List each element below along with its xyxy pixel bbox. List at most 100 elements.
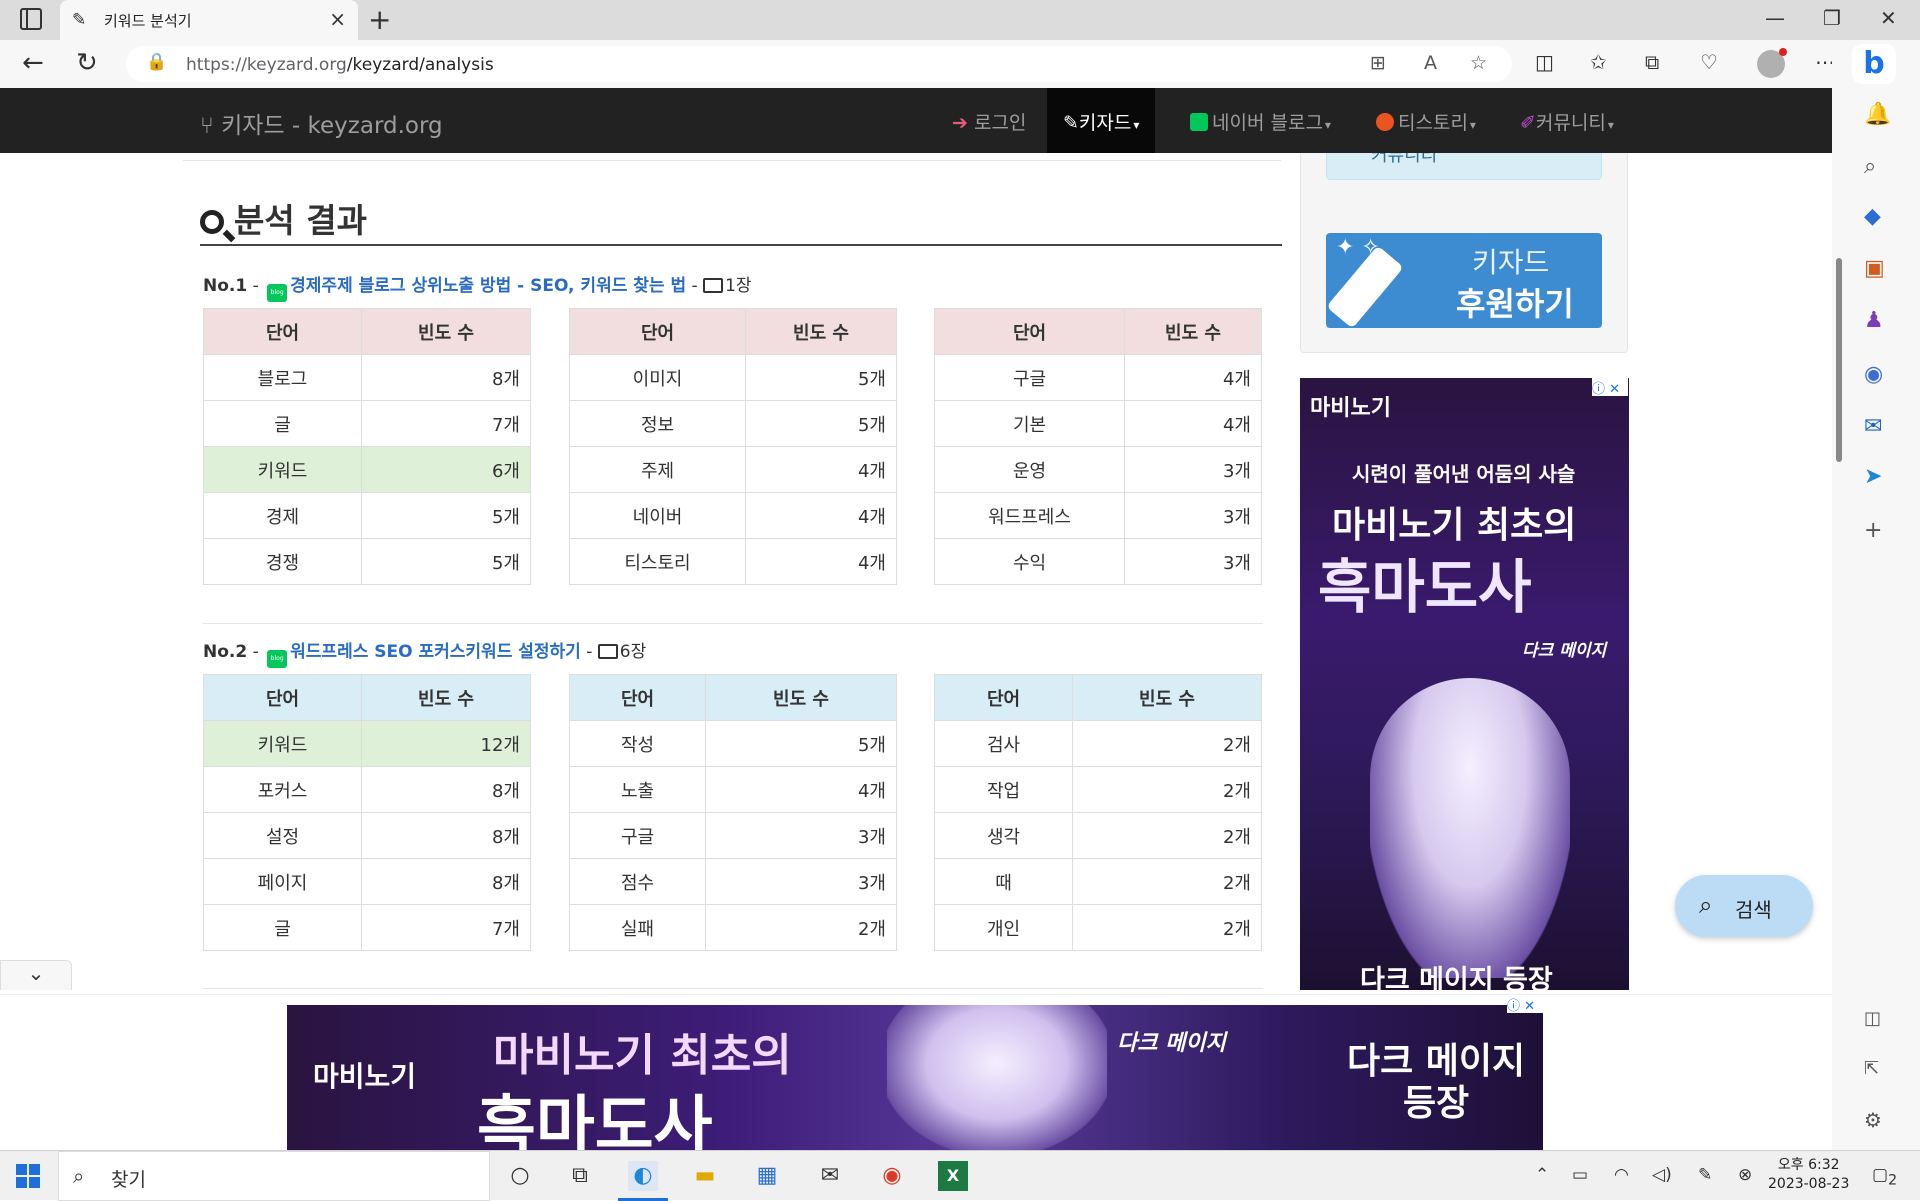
excel-icon[interactable]: X: [938, 1161, 968, 1191]
sidebar-toggle-icon[interactable]: ◫: [1864, 1008, 1881, 1029]
favorite-star-icon[interactable]: ☆: [1470, 52, 1487, 74]
open-external-icon[interactable]: ⇱: [1864, 1058, 1879, 1079]
scrollbar-thumb[interactable]: [1836, 258, 1842, 462]
result-link[interactable]: 워드프레스 SEO 포커스키워드 설정하기: [290, 642, 581, 662]
battery-icon[interactable]: ▭: [1572, 1165, 1588, 1185]
section-title: 분석 결과: [200, 194, 367, 242]
taskbar-clock[interactable]: 오후 6:32 2023-08-23: [1768, 1156, 1849, 1194]
read-aloud-icon[interactable]: A: [1424, 52, 1437, 74]
address-bar: ← ↻ 🔒 https://keyzard.org/keyzard/analys…: [0, 40, 1920, 88]
ad-character-image: [887, 1005, 1107, 1150]
window-close-icon[interactable]: ✕: [1880, 6, 1897, 30]
nav-tistory[interactable]: 티스토리 ▾: [1376, 108, 1476, 135]
add-icon[interactable]: +: [1864, 518, 1882, 543]
word-cell: 구글: [569, 812, 706, 859]
task-view-icon[interactable]: ⧉: [565, 1161, 595, 1191]
site-brand[interactable]: ⑂ 키자드 - keyzard.org: [200, 106, 443, 140]
ad-logo: 마비노기: [313, 1060, 417, 1093]
table-row: 수익 3개: [934, 538, 1262, 585]
favorites-icon[interactable]: ✩: [1590, 50, 1607, 74]
cortana-icon[interactable]: ○: [505, 1161, 535, 1191]
bell-icon[interactable]: 🔔: [1864, 102, 1891, 127]
back-icon[interactable]: ←: [22, 48, 44, 78]
table-row: 이미지 5개: [569, 354, 897, 401]
table-row: 글 7개: [203, 400, 531, 447]
word-cell: 경제: [203, 492, 362, 539]
word-cell: 워드프레스: [934, 492, 1125, 539]
tools-icon[interactable]: ▣: [1864, 256, 1885, 281]
word-cell: 글: [203, 904, 362, 951]
section-rule: [200, 244, 1282, 246]
tab-actions-icon[interactable]: [20, 8, 42, 30]
donate-banner[interactable]: ✦ ✧ 키자드 후원하기: [1326, 233, 1602, 329]
url-field[interactable]: 🔒 https://keyzard.org/keyzard/analysis ⊞…: [126, 46, 1512, 82]
lock-icon[interactable]: 🔒: [146, 52, 167, 72]
browser-tab[interactable]: ✎ 키워드 분석기 ×: [60, 0, 358, 40]
nav-naver-blog[interactable]: 네이버 블로그 ▾: [1190, 108, 1331, 135]
table-row: 설정 8개: [203, 812, 531, 859]
windows-start-icon[interactable]: [16, 1164, 40, 1188]
edge-icon[interactable]: ◐: [618, 1161, 668, 1201]
table-row: 포커스 8개: [203, 766, 531, 813]
chevron-down-icon[interactable]: ⌄: [0, 960, 72, 990]
notification-count: 2: [1888, 1172, 1898, 1189]
notification-center-icon[interactable]: ▢2: [1872, 1165, 1897, 1188]
side-advertisement[interactable]: 마비노기 시련이 풀어낸 어둠의 사슬 마비노기 최초의 흑마도사 다크 메이지…: [1300, 378, 1629, 990]
new-tab-icon[interactable]: +: [368, 3, 391, 36]
drop-icon[interactable]: ➤: [1864, 464, 1882, 489]
word-cell: 티스토리: [569, 538, 746, 585]
profile-avatar[interactable]: [1757, 48, 1787, 78]
games-icon[interactable]: ♟: [1864, 308, 1884, 333]
pen-icon[interactable]: ✎: [1698, 1165, 1712, 1185]
frequency-cell: 3개: [705, 812, 897, 859]
table-row: 개인 2개: [934, 904, 1262, 951]
column-header: 단어: [203, 674, 362, 721]
donate-line2: 후원하기: [1456, 285, 1574, 323]
split-screen-icon[interactable]: ◫: [1535, 50, 1554, 74]
search-icon[interactable]: ⌕: [1864, 154, 1876, 179]
frequency-cell: 2개: [1072, 858, 1262, 905]
restore-icon[interactable]: ❐: [1823, 6, 1841, 30]
result-heading: No.1 - blog 경제주제 블로그 상위노출 방법 - SEO, 키워드 찾…: [203, 271, 752, 302]
refresh-icon[interactable]: ↻: [76, 48, 98, 78]
file-explorer-icon[interactable]: ▬: [690, 1161, 720, 1191]
chrome-icon[interactable]: ◉: [877, 1161, 907, 1191]
minimize-icon[interactable]: —: [1765, 6, 1785, 30]
site-navbar: ⑂ 키자드 - keyzard.org ➔ 로그인 ✎키자드 ▾ 네이버 블로그 ▾…: [0, 88, 1832, 153]
frequency-cell: 5개: [361, 538, 531, 585]
taskbar-search-box[interactable]: ⌕ 찾기: [58, 1151, 490, 1201]
column-header: 빈도 수: [361, 674, 531, 721]
bing-copilot-icon[interactable]: b: [1852, 44, 1896, 84]
word-cell: 이미지: [569, 354, 746, 401]
word-cell: 설정: [203, 812, 362, 859]
collections-icon[interactable]: ⧉: [1645, 50, 1659, 74]
table-row: 작성 5개: [569, 720, 897, 767]
ime-icon[interactable]: ⊗: [1738, 1165, 1752, 1185]
result-link[interactable]: 경제주제 블로그 상위노출 방법 - SEO, 키워드 찾는 법: [290, 276, 686, 296]
m365-icon[interactable]: ◉: [1864, 362, 1883, 387]
nav-keyzard[interactable]: ✎키자드 ▾: [1047, 88, 1156, 153]
settings-gear-icon[interactable]: ⚙: [1864, 1108, 1882, 1132]
frequency-cell: 3개: [705, 858, 897, 905]
mail-icon[interactable]: ✉: [815, 1161, 845, 1191]
volume-icon[interactable]: ◁): [1652, 1165, 1672, 1185]
frequency-cell: 7개: [361, 400, 531, 447]
floating-search-button[interactable]: ⌕ 검색: [1675, 875, 1813, 937]
shopping-tag-icon[interactable]: ◆: [1864, 204, 1881, 229]
wifi-icon[interactable]: ◠: [1614, 1165, 1629, 1185]
nav-login[interactable]: ➔ 로그인: [952, 108, 1026, 135]
outlook-icon[interactable]: ✉: [1864, 414, 1882, 439]
close-tab-icon[interactable]: ×: [329, 7, 346, 31]
bottom-advertisement[interactable]: 마비노기 마비노기 최초의 흑마도사 다크 메이지 다크 메이지 등장: [287, 1005, 1543, 1150]
table-row: 점수 3개: [569, 858, 897, 905]
app-available-icon[interactable]: ⊞: [1370, 52, 1386, 74]
store-icon[interactable]: ▦: [752, 1161, 782, 1191]
nav-community[interactable]: ✐커뮤니티 ▾: [1520, 108, 1614, 135]
browser-essentials-icon[interactable]: ♡: [1700, 50, 1718, 74]
search-icon: ⌕: [73, 1164, 85, 1188]
ad-close-icon[interactable]: ⓘ ✕: [1507, 995, 1543, 1014]
tray-chevron-up-icon[interactable]: ⌃: [1535, 1165, 1549, 1185]
frequency-cell: 4개: [745, 538, 897, 585]
url-text[interactable]: https://keyzard.org/keyzard/analysis: [186, 55, 494, 75]
ad-close-icon[interactable]: ⓘ ✕: [1592, 378, 1628, 397]
